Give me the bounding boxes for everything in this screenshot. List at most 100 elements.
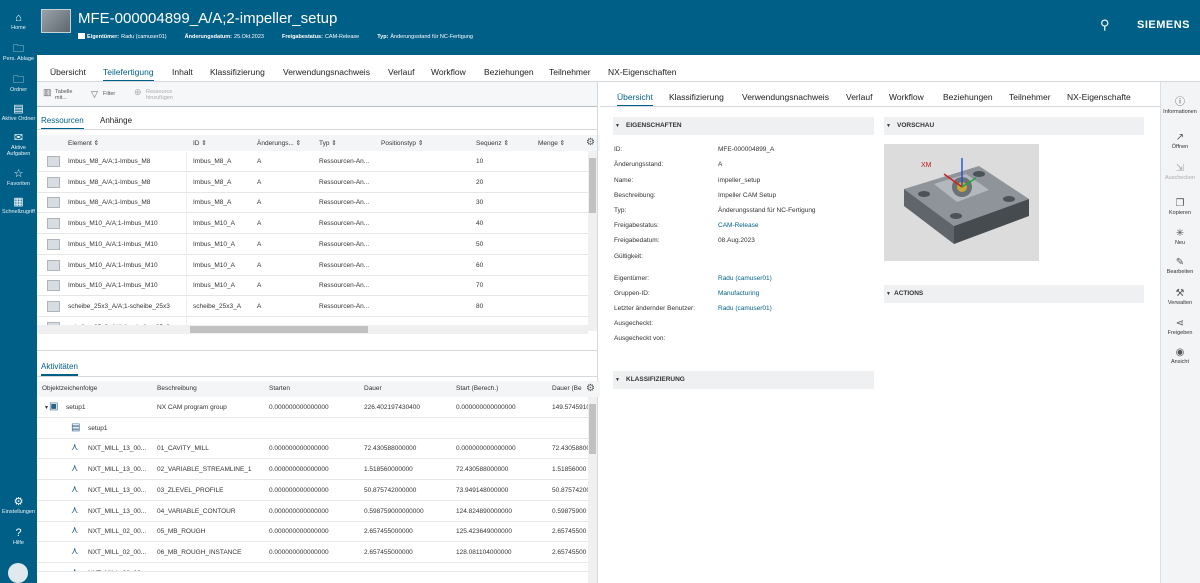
actions-section-header[interactable]: ACTIONS: [884, 285, 1144, 303]
detail-tab-nx-properties[interactable]: NX-Eigenschafte: [1067, 92, 1131, 102]
detail-tab-history[interactable]: Verlauf: [846, 92, 872, 102]
user-avatar[interactable]: [8, 563, 28, 583]
col-start[interactable]: Starten: [269, 385, 359, 392]
tab-part-manufacturing[interactable]: Teilefertigung: [103, 67, 154, 82]
rail-home[interactable]: ⌂ Home: [0, 12, 37, 31]
property-value[interactable]: Manufacturing: [718, 290, 759, 297]
resources-row[interactable]: Imbus_M10_A/A;1-Imbus_M10 Imbus_M10_A A Res…: [37, 214, 588, 235]
tool-info-button[interactable]: ⓘ Informationen: [1160, 97, 1200, 115]
tool-edit-button[interactable]: ✎ Bearbeiten: [1160, 257, 1200, 275]
detail-tab-overview[interactable]: Übersicht: [617, 92, 653, 107]
property-value[interactable]: Radu (camuser01): [718, 275, 772, 282]
tab-classification[interactable]: Klassifizierung: [210, 67, 265, 77]
expand-chevron-icon[interactable]: ▾: [45, 404, 48, 411]
rail-settings[interactable]: ⚙ Einstellungen: [0, 496, 37, 515]
active-folder-icon: ▤: [13, 103, 24, 115]
col-start-calc[interactable]: Start (Berech.): [456, 385, 546, 392]
tool-copy-button[interactable]: ❐ Kopieren: [1160, 198, 1200, 216]
properties-section-header[interactable]: EIGENSCHAFTEN: [613, 117, 874, 135]
rail-quick-access[interactable]: ▦ Schnellzugriff: [0, 196, 37, 215]
add-resource-button[interactable]: ⊕ Ressource hinzufügen: [134, 88, 184, 103]
activity-row[interactable]: ⋏ NXT_MILL_13_00... 03_ZLEVEL_PROFILE 0.000…: [37, 481, 588, 501]
activity-row[interactable]: ▤ setup1: [37, 419, 588, 439]
tab-participants[interactable]: Teilnehmer: [549, 67, 591, 77]
filter-button[interactable]: ▽ Filter: [91, 90, 125, 101]
tab-overview[interactable]: Übersicht: [50, 67, 86, 77]
resources-hscroll-thumb[interactable]: [190, 326, 368, 333]
preview-image[interactable]: XM: [884, 144, 1039, 261]
activity-row[interactable]: ⋏ NXT_MILL_13_00... 02_VARIABLE_STREAMLINE…: [37, 460, 588, 481]
resources-row[interactable]: Imbus_M8_A/A;1-Imbus_M8 Imbus_M8_A A Ressou…: [37, 152, 588, 172]
resources-row[interactable]: Imbus_M10_A/A;1-Imbus_M10 Imbus_M10_A A Res…: [37, 255, 588, 276]
col-revision[interactable]: Änderungs... ⇕: [257, 139, 312, 147]
col-description[interactable]: Beschreibung: [157, 385, 257, 392]
detail-tab-where-used[interactable]: Verwendungsnachweis: [742, 92, 829, 102]
resource-item-icon: [47, 259, 60, 271]
subtab-attachments[interactable]: Anhänge: [100, 116, 132, 125]
tab-where-used[interactable]: Verwendungsnachweis: [283, 67, 370, 77]
cell-element: scheibe_25x3_A/A;1-scheibe_25x3: [68, 302, 170, 310]
col-object-string[interactable]: Objektzeichenfolge: [42, 385, 147, 392]
tool-manage-button[interactable]: ⚒ Verwalten: [1160, 288, 1200, 306]
tab-content[interactable]: Inhalt: [172, 67, 193, 77]
table-mode-button[interactable]: ▥ Tabelle mit...: [43, 88, 83, 103]
property-label: Ausgecheckt von:: [614, 335, 666, 342]
rail-help[interactable]: ? Hilfe: [0, 527, 37, 546]
detail-tab-participants[interactable]: Teilnehmer: [1009, 92, 1051, 102]
resources-row[interactable]: Imbus_M8_A/A;1-Imbus_M8 Imbus_M8_A A Ressou…: [37, 172, 588, 193]
brand-logo: SIEMENS: [1137, 19, 1191, 31]
resources-row[interactable]: Imbus_M10_A/A;1-Imbus_M10 Imbus_M10_A A Res…: [37, 234, 588, 255]
subtab-resources[interactable]: Ressourcen: [41, 116, 84, 130]
resources-row[interactable]: Imbus_M8_A/A;1-Imbus_M8 Imbus_M8_A A Ressou…: [37, 193, 588, 214]
tab-workflow[interactable]: Workflow: [431, 67, 466, 77]
tool-view-button[interactable]: ◉ Ansicht: [1160, 347, 1200, 365]
activity-row[interactable]: ▾ ▣ setup1 NX CAM program group 0.0000000000…: [37, 398, 588, 418]
tool-checkout-button[interactable]: ⇲ Auschecken: [1160, 163, 1200, 181]
tab-history[interactable]: Verlauf: [388, 67, 414, 77]
col-position-type[interactable]: Positionstyp ⇕: [381, 139, 466, 147]
col-element[interactable]: Element ⇕: [68, 139, 186, 147]
detail-tab-relations[interactable]: Beziehungen: [943, 92, 993, 102]
resources-row[interactable]: Imbus_M10_A/A;1-Imbus_M10 Imbus_M10_A A Res…: [37, 276, 588, 297]
detail-tab-classification[interactable]: Klassifizierung: [669, 92, 724, 102]
detail-tab-workflow[interactable]: Workflow: [889, 92, 924, 102]
classification-section-header[interactable]: KLASSIFIZIERUNG: [613, 371, 874, 389]
activity-row[interactable]: ⋏ NXT_MILL_02_00... 05_MB_ROUGH 0.000000000…: [37, 522, 588, 543]
resources-vscroll-thumb[interactable]: [589, 158, 596, 213]
tab-nx-properties[interactable]: NX-Eigenschaften: [608, 67, 677, 77]
column-settings-gear-icon[interactable]: ⚙: [586, 137, 595, 148]
activity-row[interactable]: ⋏ NXT_MILL_13_00... 04_VARIABLE_CONTOUR 0.0…: [37, 502, 588, 522]
rail-active-tasks[interactable]: ✉ Aktive Aufgaben: [0, 132, 37, 157]
cell-revision: A: [257, 302, 262, 310]
preview-section-header[interactable]: VORSCHAU: [884, 117, 1144, 135]
tool-open-button[interactable]: ↗ Öffnen: [1160, 132, 1200, 150]
rail-folders[interactable]: 🗀 Ordner: [0, 74, 37, 93]
col-id[interactable]: ID ⇕: [193, 139, 248, 147]
activities-vscroll-thumb[interactable]: [589, 404, 596, 454]
activity-row[interactable]: ⋏ NXT_MILL_13_00... 01_CAVITY_MILL 0.000000…: [37, 439, 588, 460]
tool-share-button[interactable]: ⋖ Freigeben: [1160, 318, 1200, 336]
tab-relations[interactable]: Beziehungen: [484, 67, 534, 77]
activity-row[interactable]: ⋏ NXT_MILL_02_00... 06_MB_ROUGH_INSTANCE 0.…: [37, 543, 588, 563]
col-duration[interactable]: Dauer: [364, 385, 449, 392]
col-quantity[interactable]: Menge ⇕: [538, 139, 583, 147]
rail-personal-storage[interactable]: 🗀 Pers. Ablage: [0, 43, 37, 62]
activities-settings-gear-icon[interactable]: ⚙: [586, 383, 595, 394]
pane-splitter[interactable]: [597, 82, 598, 583]
tool-new-button[interactable]: ✳ Neu: [1160, 228, 1200, 246]
search-icon[interactable]: ⚲: [1100, 17, 1110, 33]
property-value[interactable]: Radu (camuser01): [718, 305, 772, 312]
mill-operation-icon: ⋏: [71, 545, 79, 557]
star-icon: ☆: [13, 168, 24, 180]
rail-active-folders[interactable]: ▤ Aktive Ordner: [0, 103, 37, 122]
col-type[interactable]: Typ ⇕: [319, 139, 374, 147]
rail-favorites[interactable]: ☆ Favoriten: [0, 168, 37, 187]
property-value[interactable]: CAM-Release: [718, 222, 758, 229]
col-sequence[interactable]: Sequenz ⇕: [476, 139, 531, 147]
property-value: A: [718, 161, 723, 168]
activity-row[interactable]: ⋏ NXT_MILL_02_00...: [37, 564, 588, 572]
cell-description: 03_ZLEVEL_PROFILE: [157, 486, 224, 494]
subtab-activities[interactable]: Aktivitäten: [41, 362, 78, 376]
col-duration-calc[interactable]: Dauer (Be: [552, 385, 585, 392]
resources-row[interactable]: scheibe_25x3_A/A;1-scheibe_25x3 scheibe_2…: [37, 296, 588, 317]
